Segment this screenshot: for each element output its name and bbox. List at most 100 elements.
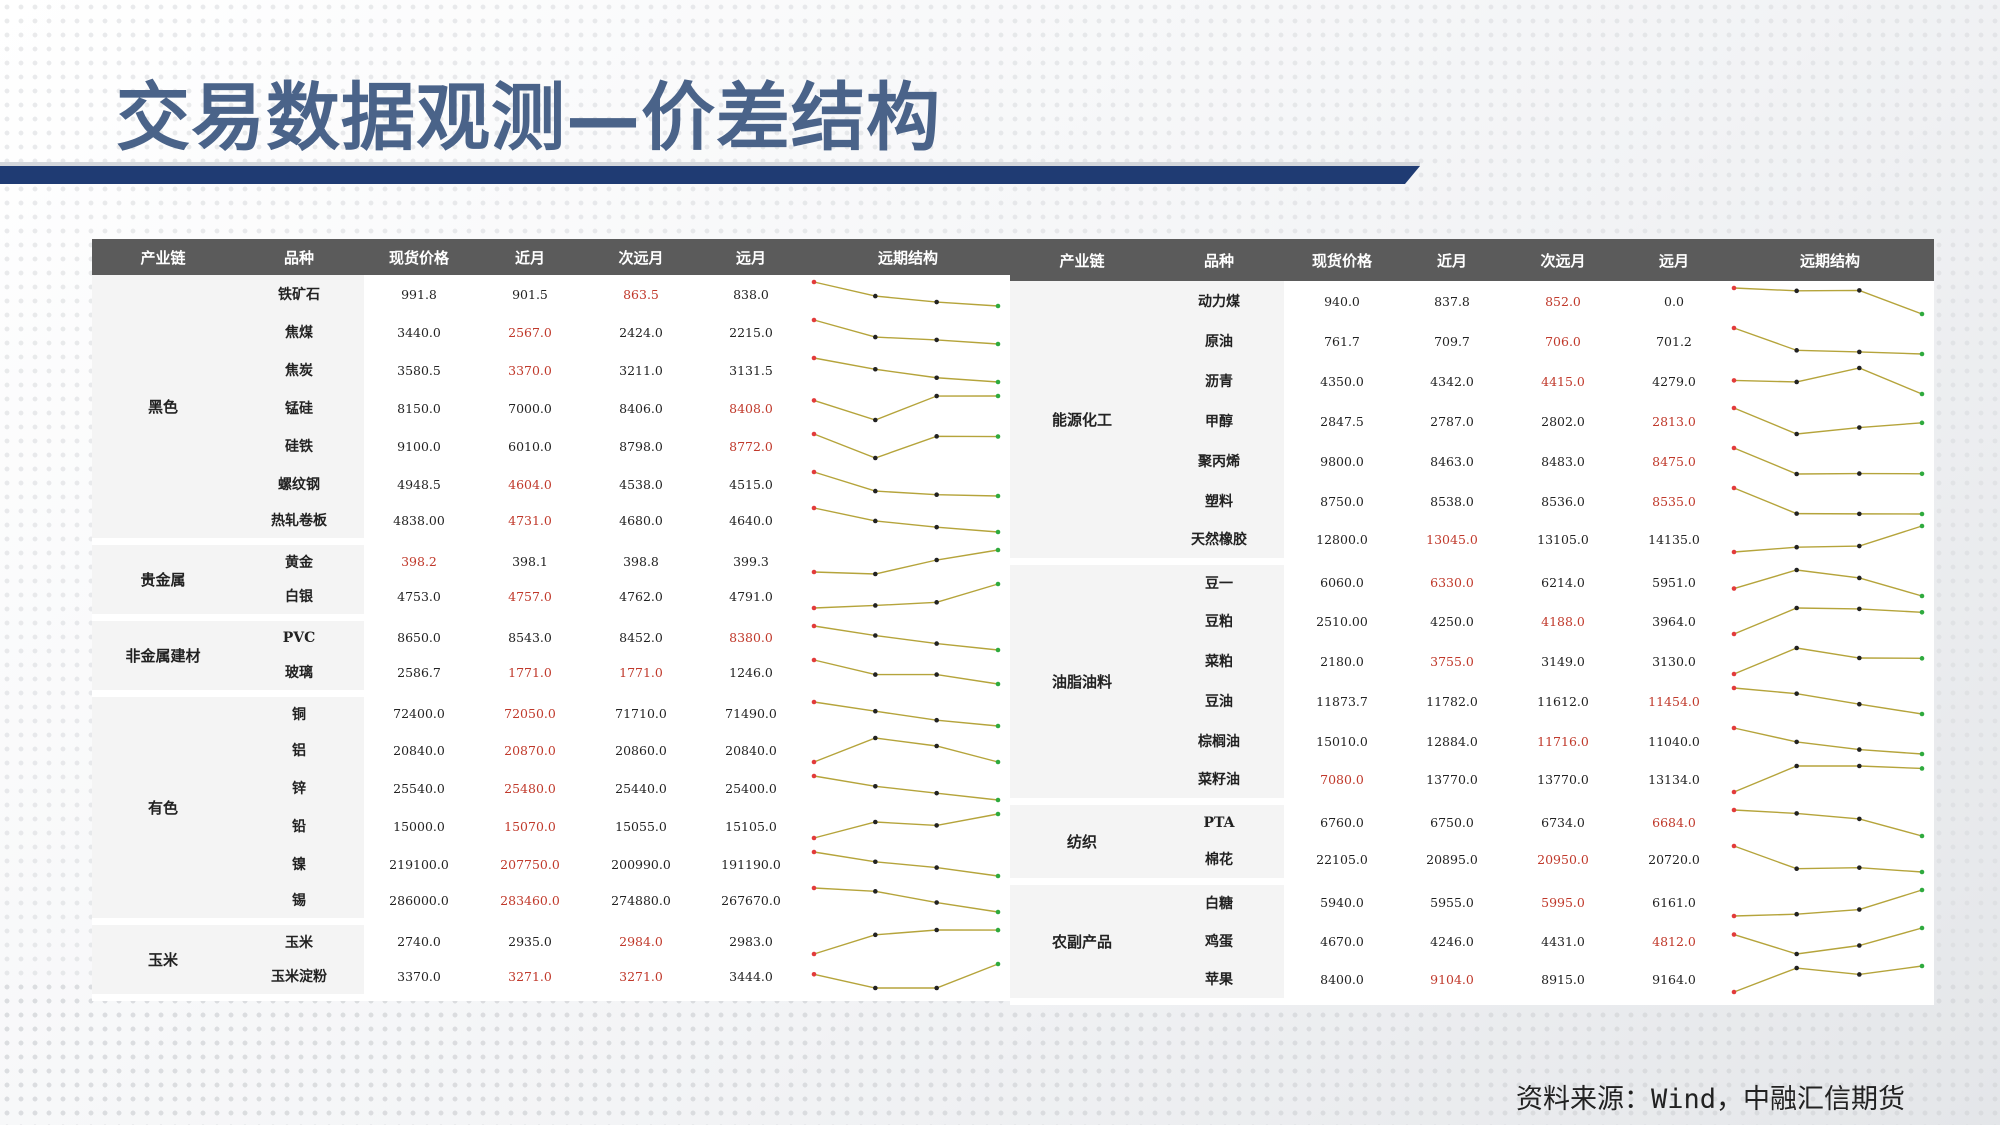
far-month-cell: 1246.0 (696, 655, 806, 697)
variety-cell: 豆油 (1154, 681, 1284, 721)
far-month-cell: 4515.0 (729, 476, 773, 492)
spot-price-cell: 9100.0 (397, 438, 441, 454)
next-month-cell: 13770.0 (1504, 761, 1622, 805)
near-month-cell: 25480.0 (504, 780, 556, 796)
sparkline-path (1733, 965, 1923, 993)
sparkline-start-point (811, 849, 817, 855)
far-month-cell: 6684.0 (1652, 815, 1696, 831)
spot-price-cell: 2847.5 (1320, 413, 1364, 429)
forward-structure-sparkline (811, 547, 1001, 577)
far-month-cell: 3130.0 (1652, 653, 1696, 669)
spot-price-cell: 15000.0 (393, 818, 445, 834)
far-month-cell: 8772.0 (729, 438, 773, 454)
sparkline-start-point (1731, 485, 1737, 491)
sparkline-point (934, 299, 939, 305)
near-month-cell: 72050.0 (504, 706, 556, 722)
far-month-cell: 8475.0 (1652, 453, 1696, 469)
forward-structure-sparkline (1731, 685, 1925, 717)
sparkline-start-point (1731, 405, 1737, 411)
variety-cell: 聚丙烯 (1154, 441, 1284, 481)
sparkline-path (813, 471, 999, 497)
forward-structure-cell (1726, 641, 1934, 681)
near-month-cell: 3755.0 (1430, 653, 1474, 669)
near-month-cell: 207750.0 (500, 856, 560, 872)
forward-structure-cell (1726, 401, 1934, 441)
sparkline-path (813, 395, 999, 421)
sparkline-path (1733, 845, 1923, 873)
sparkline-end-point (995, 927, 1001, 933)
sparkline-end-point (995, 723, 1001, 729)
table-row: 非金属建材 PVC 8650.0 8543.0 8452.0 8380.0 (92, 617, 1010, 697)
sparkline-path (813, 963, 999, 989)
sparkline-start-point (811, 972, 817, 977)
sparkline-path (1733, 927, 1923, 955)
sparkline-start-point (1731, 671, 1737, 677)
forward-structure-cell (1726, 601, 1934, 641)
forward-structure-cell (1726, 841, 1934, 885)
variety-cell: 菜籽油 (1154, 761, 1284, 805)
spot-price-cell: 8150.0 (397, 400, 441, 416)
forward-structure-cell (1726, 441, 1934, 481)
near-month-cell: 20870.0 (504, 742, 556, 758)
table-header-row: 产业链 品种 现货价格 近月 次远月 远月 远期结构 (1010, 239, 1934, 281)
forward-structure-sparkline (811, 773, 1001, 803)
forward-structure-sparkline (811, 469, 1001, 499)
far-month-cell: 4812.0 (1652, 933, 1696, 949)
sparkline-path (813, 929, 999, 955)
near-month-cell: 5955.0 (1430, 895, 1474, 911)
sparkline-start-point (811, 623, 817, 629)
variety-cell: 焦炭 (234, 351, 364, 389)
forward-structure-sparkline (811, 849, 1001, 879)
forward-structure-cell (1726, 921, 1934, 961)
near-month-cell: 2567.0 (508, 324, 552, 340)
header-far-month: 远月 (696, 239, 806, 275)
sparkline-path (1733, 569, 1923, 597)
next-month-cell: 852.0 (1545, 293, 1581, 309)
spot-price-cell: 219100.0 (389, 856, 449, 872)
forward-structure-sparkline (811, 279, 1001, 309)
variety-cell: 沥青 (1154, 361, 1284, 401)
sparkline-point (934, 525, 939, 530)
spot-price-cell: 20840.0 (393, 742, 445, 758)
sparkline-path (813, 507, 999, 533)
variety-cell: 白糖 (1154, 881, 1284, 921)
sparkline-start-point (811, 657, 817, 663)
sparkline-start-point (811, 951, 817, 957)
sparkline-end-point (995, 909, 1001, 915)
forward-structure-cell (1726, 801, 1934, 841)
spot-price-cell: 6760.0 (1320, 815, 1364, 831)
forward-structure-sparkline (811, 927, 1001, 957)
near-month-cell: 1771.0 (474, 655, 586, 697)
sparkline-point (1794, 739, 1799, 745)
next-month-cell: 71710.0 (615, 706, 667, 722)
variety-cell: 鸡蛋 (1154, 921, 1284, 961)
sparkline-end-point (1919, 887, 1925, 893)
table-row: 玉米 玉米 2740.0 2935.0 2984.0 2983.0 (92, 921, 1010, 1001)
next-month-cell: 20860.0 (615, 742, 667, 758)
forward-structure-sparkline (811, 393, 1001, 423)
near-month-cell: 15070.0 (504, 818, 556, 834)
forward-structure-sparkline (1731, 405, 1925, 437)
sparkline-end-point (995, 341, 1001, 347)
sparkline-path (813, 357, 999, 383)
far-month-cell: 3444.0 (696, 959, 806, 1001)
sparkline-point (873, 571, 878, 577)
near-month-cell: 2787.0 (1430, 413, 1474, 429)
forward-structure-sparkline (811, 505, 1001, 535)
forward-structure-cell (1726, 361, 1934, 401)
title-underline-bar (0, 166, 1420, 184)
far-month-cell: 191190.0 (721, 856, 781, 872)
sparkline-start-point (1731, 989, 1737, 995)
spot-price-cell: 6060.0 (1320, 575, 1364, 591)
near-month-cell: 4757.0 (474, 579, 586, 621)
next-month-cell: 8798.0 (619, 438, 663, 454)
sparkline-end-point (995, 393, 1001, 399)
sparkline-point (873, 417, 878, 423)
forward-structure-sparkline (1731, 605, 1925, 637)
forward-structure-sparkline (811, 811, 1001, 841)
far-month-cell: 9164.0 (1622, 961, 1726, 1005)
sparkline-end-point (995, 873, 1001, 879)
sparkline-start-point (1731, 843, 1737, 849)
near-month-cell: 6010.0 (508, 438, 552, 454)
sparkline-point (1794, 545, 1799, 550)
